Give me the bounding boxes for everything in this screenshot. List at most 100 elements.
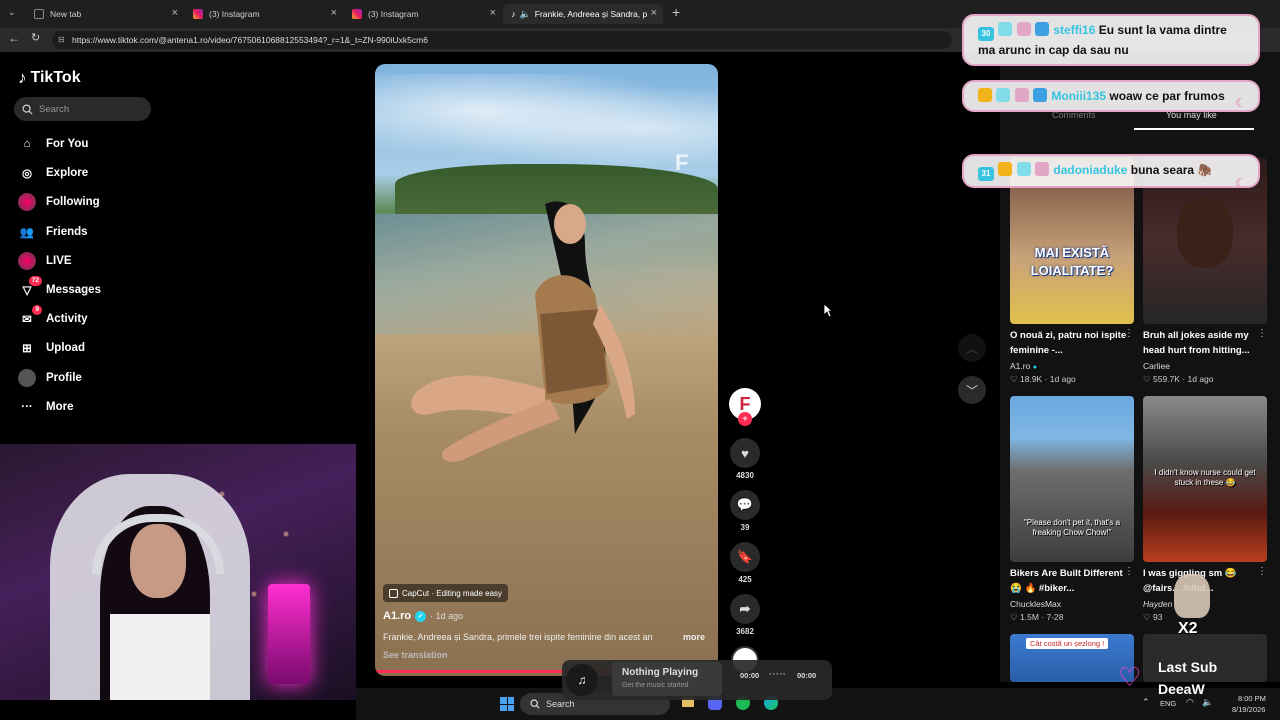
- video-card-thumb[interactable]: Cât costă un șezlong !: [1010, 634, 1134, 682]
- tab-instagram-1[interactable]: (3) Instagram ×: [185, 4, 343, 24]
- sidebar-item-upload[interactable]: ⊞ Upload: [18, 338, 85, 358]
- speaker-icon[interactable]: 🔈: [520, 9, 531, 20]
- page-icon: [34, 9, 44, 19]
- sky-clouds: [375, 74, 718, 164]
- sidebar-item-explore[interactable]: ◎ Explore: [18, 163, 88, 183]
- capcut-icon: [389, 588, 398, 598]
- like-button[interactable]: ♥ 4830: [729, 438, 761, 480]
- card-age: 7-28: [1046, 612, 1064, 622]
- video-player[interactable]: F CapCut · Editing made easy A1.ro ✓ · 1…: [375, 64, 718, 676]
- verified-badge-icon: ✓: [415, 610, 427, 622]
- chat-username: Moniii135: [1051, 89, 1107, 103]
- share-icon: ➦: [730, 594, 760, 624]
- sidebar-item-profile[interactable]: Profile: [18, 368, 82, 388]
- chat-username: steffi16: [1053, 23, 1096, 37]
- music-title: Nothing Playing: [622, 667, 699, 678]
- search-icon: [530, 699, 540, 709]
- recommendations-panel: Comments You may like MAI EXISTĂ LOIALIT…: [1000, 52, 1280, 682]
- reload-icon[interactable]: ↻: [31, 31, 40, 44]
- caption-more-button[interactable]: more: [683, 632, 705, 642]
- clock-date[interactable]: 8/19/2026: [1232, 705, 1265, 714]
- video-card-thumb[interactable]: "Please don't pet it, that's a freaking …: [1010, 396, 1134, 562]
- see-translation-link[interactable]: See translation: [383, 650, 448, 660]
- sidebar-item-messages[interactable]: ▽ 72 Messages: [18, 276, 101, 300]
- card-title[interactable]: Bikers Are Built Different 😭 🔥 #biker...: [1010, 566, 1128, 596]
- tab-label: (3) Instagram: [368, 9, 419, 19]
- last-sub-label: Last Sub: [1158, 659, 1218, 675]
- watermark-icon: F: [675, 150, 689, 175]
- video-author[interactable]: A1.ro ✓ · 1d ago: [383, 610, 463, 622]
- tab-underline: [1134, 128, 1254, 130]
- close-tab-icon[interactable]: ×: [172, 7, 178, 19]
- more-icon: ···: [21, 400, 33, 413]
- back-arrow-icon[interactable]: ←: [8, 31, 20, 45]
- search-input[interactable]: Search: [14, 97, 151, 121]
- chevron-up-icon: ︿: [965, 341, 978, 356]
- card-title[interactable]: O nouă zi, patru noi ispite feminine -..…: [1010, 328, 1128, 358]
- woman-on-beach: [411, 201, 635, 462]
- card-menu-icon[interactable]: ⋮: [1257, 566, 1267, 577]
- clock-time[interactable]: 8:00 PM: [1238, 694, 1266, 703]
- close-tab-icon[interactable]: ×: [651, 7, 657, 19]
- heart-outline-icon: ♡: [1143, 374, 1151, 384]
- site-info-icon[interactable]: ⊟: [58, 31, 65, 49]
- new-tab-button[interactable]: +: [672, 4, 680, 20]
- heart-outline-icon: ♡: [1010, 612, 1018, 622]
- card-menu-icon[interactable]: ⋮: [1124, 328, 1134, 339]
- multiplier-label: X2: [1178, 620, 1198, 637]
- tab-instagram-2[interactable]: (3) Instagram ×: [344, 4, 502, 24]
- person-portrait: [1177, 198, 1233, 268]
- url-input[interactable]: ⊟ https://www.tiktok.com/@antena1.ro/vid…: [52, 31, 952, 49]
- caption-text: Frankie, Andreea și Sandra, primele trei…: [383, 632, 653, 642]
- card-meta: ♡ 93: [1143, 612, 1162, 623]
- card-title[interactable]: Bruh all jokes aside my head hurt from h…: [1143, 328, 1261, 358]
- home-icon: ⌂: [23, 138, 31, 150]
- last-sub-name: DeeaW: [1158, 681, 1205, 697]
- tray-chevron-icon[interactable]: ⌃: [1142, 697, 1150, 708]
- card-views: 18.9K: [1020, 374, 1043, 384]
- sidebar-item-friends[interactable]: 👥 Friends: [18, 222, 88, 242]
- chat-message: 30 steffi16 Eu sunt la vama dintre ma ar…: [962, 14, 1260, 66]
- language-indicator[interactable]: ENG: [1160, 699, 1176, 708]
- video-card-thumb[interactable]: I didn't know nurse could get stuck in t…: [1143, 396, 1267, 562]
- sidebar-item-label: Messages: [46, 284, 101, 296]
- bookmark-icon: 🔖: [730, 542, 760, 572]
- thumb-overlay-text: MAI EXISTĂ LOIALITATE?: [1030, 245, 1114, 278]
- notification-badge: 9: [32, 305, 42, 316]
- capcut-tag[interactable]: CapCut · Editing made easy: [383, 584, 509, 602]
- tiktok-logo[interactable]: ♪ TikTok: [18, 68, 81, 88]
- sidebar-item-more[interactable]: ··· More: [18, 397, 73, 417]
- tab-tiktok[interactable]: ♪ 🔈 Frankie, Andreea și Sandra, pr ×: [503, 4, 663, 24]
- chat-message: Moniii135 woaw ce par frumos ☾: [962, 80, 1260, 112]
- save-button[interactable]: 🔖 425: [729, 542, 761, 584]
- sidebar-item-live[interactable]: LIVE: [18, 251, 72, 271]
- profile-avatar-icon: [18, 368, 36, 387]
- follow-button[interactable]: +: [738, 412, 752, 426]
- card-meta: ♡ 559.7K · 1d ago: [1143, 374, 1214, 384]
- card-author[interactable]: Carliee: [1143, 361, 1170, 371]
- close-tab-icon[interactable]: ×: [331, 7, 337, 19]
- card-menu-icon[interactable]: ⋮: [1257, 328, 1267, 339]
- sidebar-item-following[interactable]: Following: [18, 192, 100, 212]
- comment-button[interactable]: 💬 39: [729, 490, 761, 532]
- previous-video-button[interactable]: ︿: [958, 334, 986, 362]
- following-avatar-icon: [18, 193, 36, 212]
- sidebar-item-for-you[interactable]: ⌂ For You: [18, 134, 89, 154]
- card-author[interactable]: ChucklesMax: [1010, 599, 1061, 609]
- windows-start-icon[interactable]: [500, 697, 514, 711]
- tab-list-chevron-icon[interactable]: ⌄: [8, 7, 16, 18]
- card-menu-icon[interactable]: ⋮: [1124, 566, 1134, 577]
- card-meta: ♡ 1.5M · 7-28: [1010, 612, 1064, 622]
- card-author[interactable]: Hayden: [1143, 599, 1172, 609]
- sidebar-item-activity[interactable]: ✉ 9 Activity: [18, 305, 88, 329]
- comment-count: 39: [740, 523, 750, 532]
- share-button[interactable]: ➦ 3682: [729, 594, 761, 636]
- mouse-cursor-icon: [823, 303, 833, 318]
- tab-label: Frankie, Andreea și Sandra, pr: [534, 9, 647, 19]
- tab-label: New tab: [50, 9, 82, 19]
- streamer-shirt: [110, 614, 210, 700]
- tab-new-tab[interactable]: New tab ×: [26, 4, 184, 24]
- next-video-button[interactable]: ﹀: [958, 376, 986, 404]
- close-tab-icon[interactable]: ×: [490, 7, 496, 19]
- card-author[interactable]: A1.ro ●: [1010, 361, 1037, 371]
